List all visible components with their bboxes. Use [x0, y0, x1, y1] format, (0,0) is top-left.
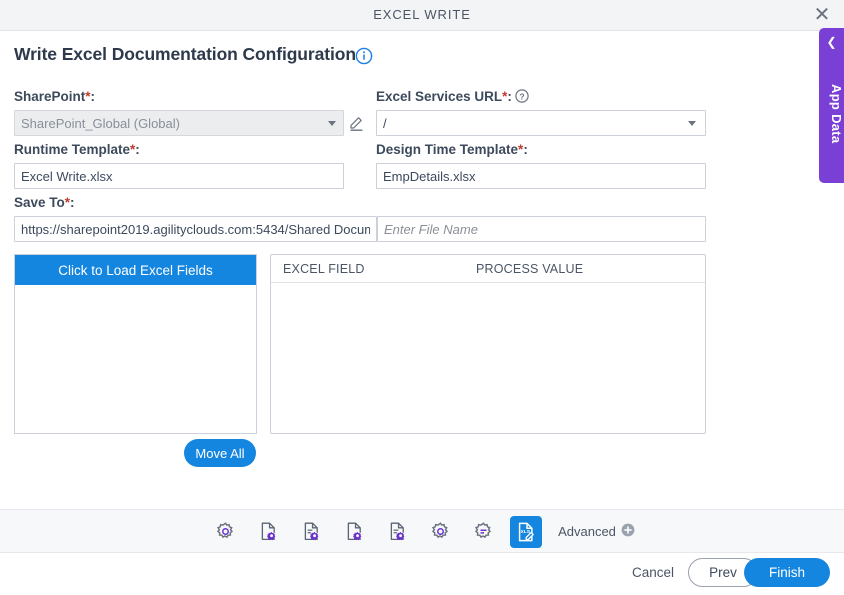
- sharepoint-label: SharePoint*:: [14, 89, 96, 104]
- app-data-tab-label: App Data: [829, 84, 844, 144]
- excel-fields-panel: Click to Load Excel Fields: [14, 254, 257, 434]
- dialog-title: EXCEL WRITE: [373, 7, 471, 22]
- excel-services-url-required: *: [502, 89, 508, 104]
- column-header-process-value: PROCESS VALUE: [476, 262, 584, 276]
- gear-lines-icon[interactable]: [467, 516, 499, 548]
- document-gear-icon[interactable]: [338, 516, 370, 548]
- finish-button[interactable]: Finish: [744, 558, 830, 587]
- design-time-template-required: *: [518, 142, 524, 157]
- pencil-icon[interactable]: [348, 114, 366, 132]
- dialog-footer: Cancel Prev Finish: [0, 553, 844, 595]
- move-all-button[interactable]: Move All: [184, 439, 256, 467]
- runtime-template-label: Runtime Template*:: [14, 142, 140, 157]
- page-title: Write Excel Documentation Configuration: [14, 44, 356, 64]
- help-icon[interactable]: ?: [515, 89, 529, 103]
- gear-icon[interactable]: [424, 516, 456, 548]
- runtime-template-required: *: [130, 142, 136, 157]
- dialog-titlebar: EXCEL WRITE ✕: [0, 0, 844, 31]
- design-time-template-input[interactable]: [376, 163, 706, 189]
- advanced-label: Advanced: [558, 524, 616, 539]
- app-data-tab[interactable]: ❮ App Data: [819, 28, 844, 183]
- document-lines-gear-icon[interactable]: [381, 516, 413, 548]
- advanced-button[interactable]: Advanced: [558, 523, 635, 540]
- sharepoint-required: *: [85, 89, 91, 104]
- svg-text:?: ?: [519, 91, 524, 101]
- column-header-excel-field: EXCEL FIELD: [283, 262, 365, 276]
- sharepoint-select[interactable]: [14, 110, 344, 136]
- load-excel-fields-button[interactable]: Click to Load Excel Fields: [15, 255, 256, 285]
- config-toolbar: XLS Advanced: [0, 509, 844, 553]
- excel-write-icon[interactable]: XLS: [510, 515, 543, 548]
- excel-write-dialog: EXCEL WRITE ✕ Write Excel Documentation …: [0, 0, 844, 595]
- document-lines-gear-icon[interactable]: [295, 516, 327, 548]
- save-to-required: *: [64, 195, 71, 210]
- field-mapping-table: EXCEL FIELD PROCESS VALUE: [270, 254, 706, 434]
- chevron-left-icon: ❮: [826, 35, 837, 49]
- sharepoint-label-text: SharePoint: [14, 89, 86, 104]
- table-header-row: EXCEL FIELD PROCESS VALUE: [271, 255, 705, 283]
- save-to-url-input[interactable]: [14, 216, 377, 242]
- document-gear-icon[interactable]: [252, 516, 284, 548]
- design-time-template-label-text: Design Time Template: [376, 142, 519, 157]
- info-icon[interactable]: [355, 47, 373, 65]
- save-to-filename-input[interactable]: [377, 216, 706, 242]
- excel-services-url-label-text: Excel Services URL: [376, 89, 503, 104]
- save-to-label: Save To*:: [14, 195, 75, 210]
- design-time-template-label: Design Time Template*:: [376, 142, 528, 157]
- runtime-template-label-text: Runtime Template: [14, 142, 131, 157]
- excel-services-url-label: Excel Services URL*:?: [376, 89, 529, 104]
- runtime-template-input[interactable]: [14, 163, 344, 189]
- excel-services-url-select[interactable]: [376, 110, 706, 136]
- close-icon[interactable]: ✕: [810, 4, 834, 28]
- save-to-label-text: Save To: [14, 195, 65, 210]
- plus-circle-icon[interactable]: [621, 523, 635, 540]
- gear-icon[interactable]: [209, 516, 241, 548]
- cancel-button[interactable]: Cancel: [626, 564, 680, 581]
